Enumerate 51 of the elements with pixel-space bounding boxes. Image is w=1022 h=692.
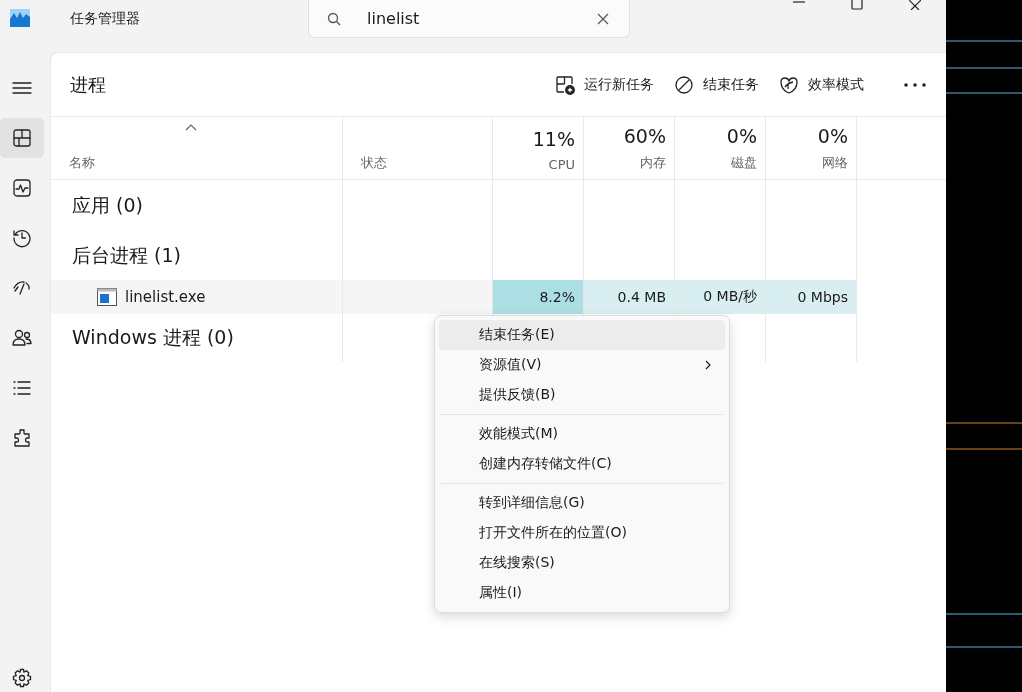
close-icon[interactable] xyxy=(909,0,921,10)
end-button[interactable]: 结束任务 xyxy=(670,68,763,101)
group-heading[interactable]: Windows 进程 (0) xyxy=(72,325,234,351)
menu-item[interactable]: 属性(I) xyxy=(439,578,725,608)
users-icon xyxy=(12,328,32,348)
usage-cell: 0.4 MB xyxy=(584,280,675,314)
window-title: 任务管理器 xyxy=(70,10,140,28)
menu-item[interactable]: 结束任务(E) xyxy=(439,320,725,350)
column-header[interactable]: 11% CPU xyxy=(493,117,584,180)
puzzle-icon xyxy=(12,428,32,448)
usage-cell: 8.2% xyxy=(493,280,584,314)
group-heading[interactable]: 应用 (0) xyxy=(72,193,143,219)
list-icon xyxy=(12,378,32,398)
settings-icon xyxy=(12,668,32,688)
usage-cell: 0 Mbps xyxy=(766,280,857,314)
page-title: 进程 xyxy=(70,72,106,97)
minimize-icon[interactable] xyxy=(793,0,805,4)
chevron-right-icon xyxy=(705,360,711,370)
menu-item[interactable]: 转到详细信息(G) xyxy=(439,488,725,518)
menu-item[interactable]: 打开文件所在的位置(O) xyxy=(439,518,725,548)
clock-history-icon xyxy=(12,228,32,248)
menu-item[interactable]: 在线搜索(S) xyxy=(439,548,725,578)
column-header[interactable]: 60% 内存 xyxy=(584,117,675,180)
pulse-chart-icon xyxy=(12,178,32,198)
menu-item[interactable]: 资源值(V) xyxy=(439,350,725,380)
usage-cell: 0 MB/秒 xyxy=(675,280,766,314)
search-icon xyxy=(327,11,341,26)
sort-caret-icon xyxy=(184,124,197,131)
efficiency-button[interactable]: 效率模式 xyxy=(775,68,868,101)
process-row[interactable]: linelist.exe 8.2% 0.4 MB 0 MB/秒 0 Mbps xyxy=(51,280,946,314)
column-header[interactable]: 状态 xyxy=(343,117,493,180)
menu-item[interactable]: 效能模式(M) xyxy=(439,419,725,449)
column-header[interactable]: 名称 xyxy=(51,117,343,180)
window-plus-icon xyxy=(555,74,575,95)
clear-icon[interactable] xyxy=(597,12,609,25)
app-window-icon xyxy=(97,288,117,306)
search-field[interactable]: linelist xyxy=(308,0,630,38)
group-heading[interactable]: 后台进程 (1) xyxy=(72,243,181,269)
processes-nav-item[interactable] xyxy=(0,118,44,158)
leaf-heart-icon xyxy=(779,74,799,95)
more-options-icon[interactable] xyxy=(904,82,926,87)
menu-item[interactable]: 提供反馈(B) xyxy=(439,380,725,410)
app-logo-icon xyxy=(10,9,30,27)
grid-icon xyxy=(12,128,32,148)
process-name: linelist.exe xyxy=(125,288,206,306)
prohibited-icon xyxy=(674,74,694,95)
column-header[interactable]: 0% 磁盘 xyxy=(675,117,766,180)
maximize-icon[interactable] xyxy=(851,0,863,10)
column-header[interactable]: 0% 网络 xyxy=(766,117,857,180)
run-button[interactable]: 运行新任务 xyxy=(551,68,658,101)
menu-item[interactable]: 创建内存转储文件(C) xyxy=(439,449,725,479)
